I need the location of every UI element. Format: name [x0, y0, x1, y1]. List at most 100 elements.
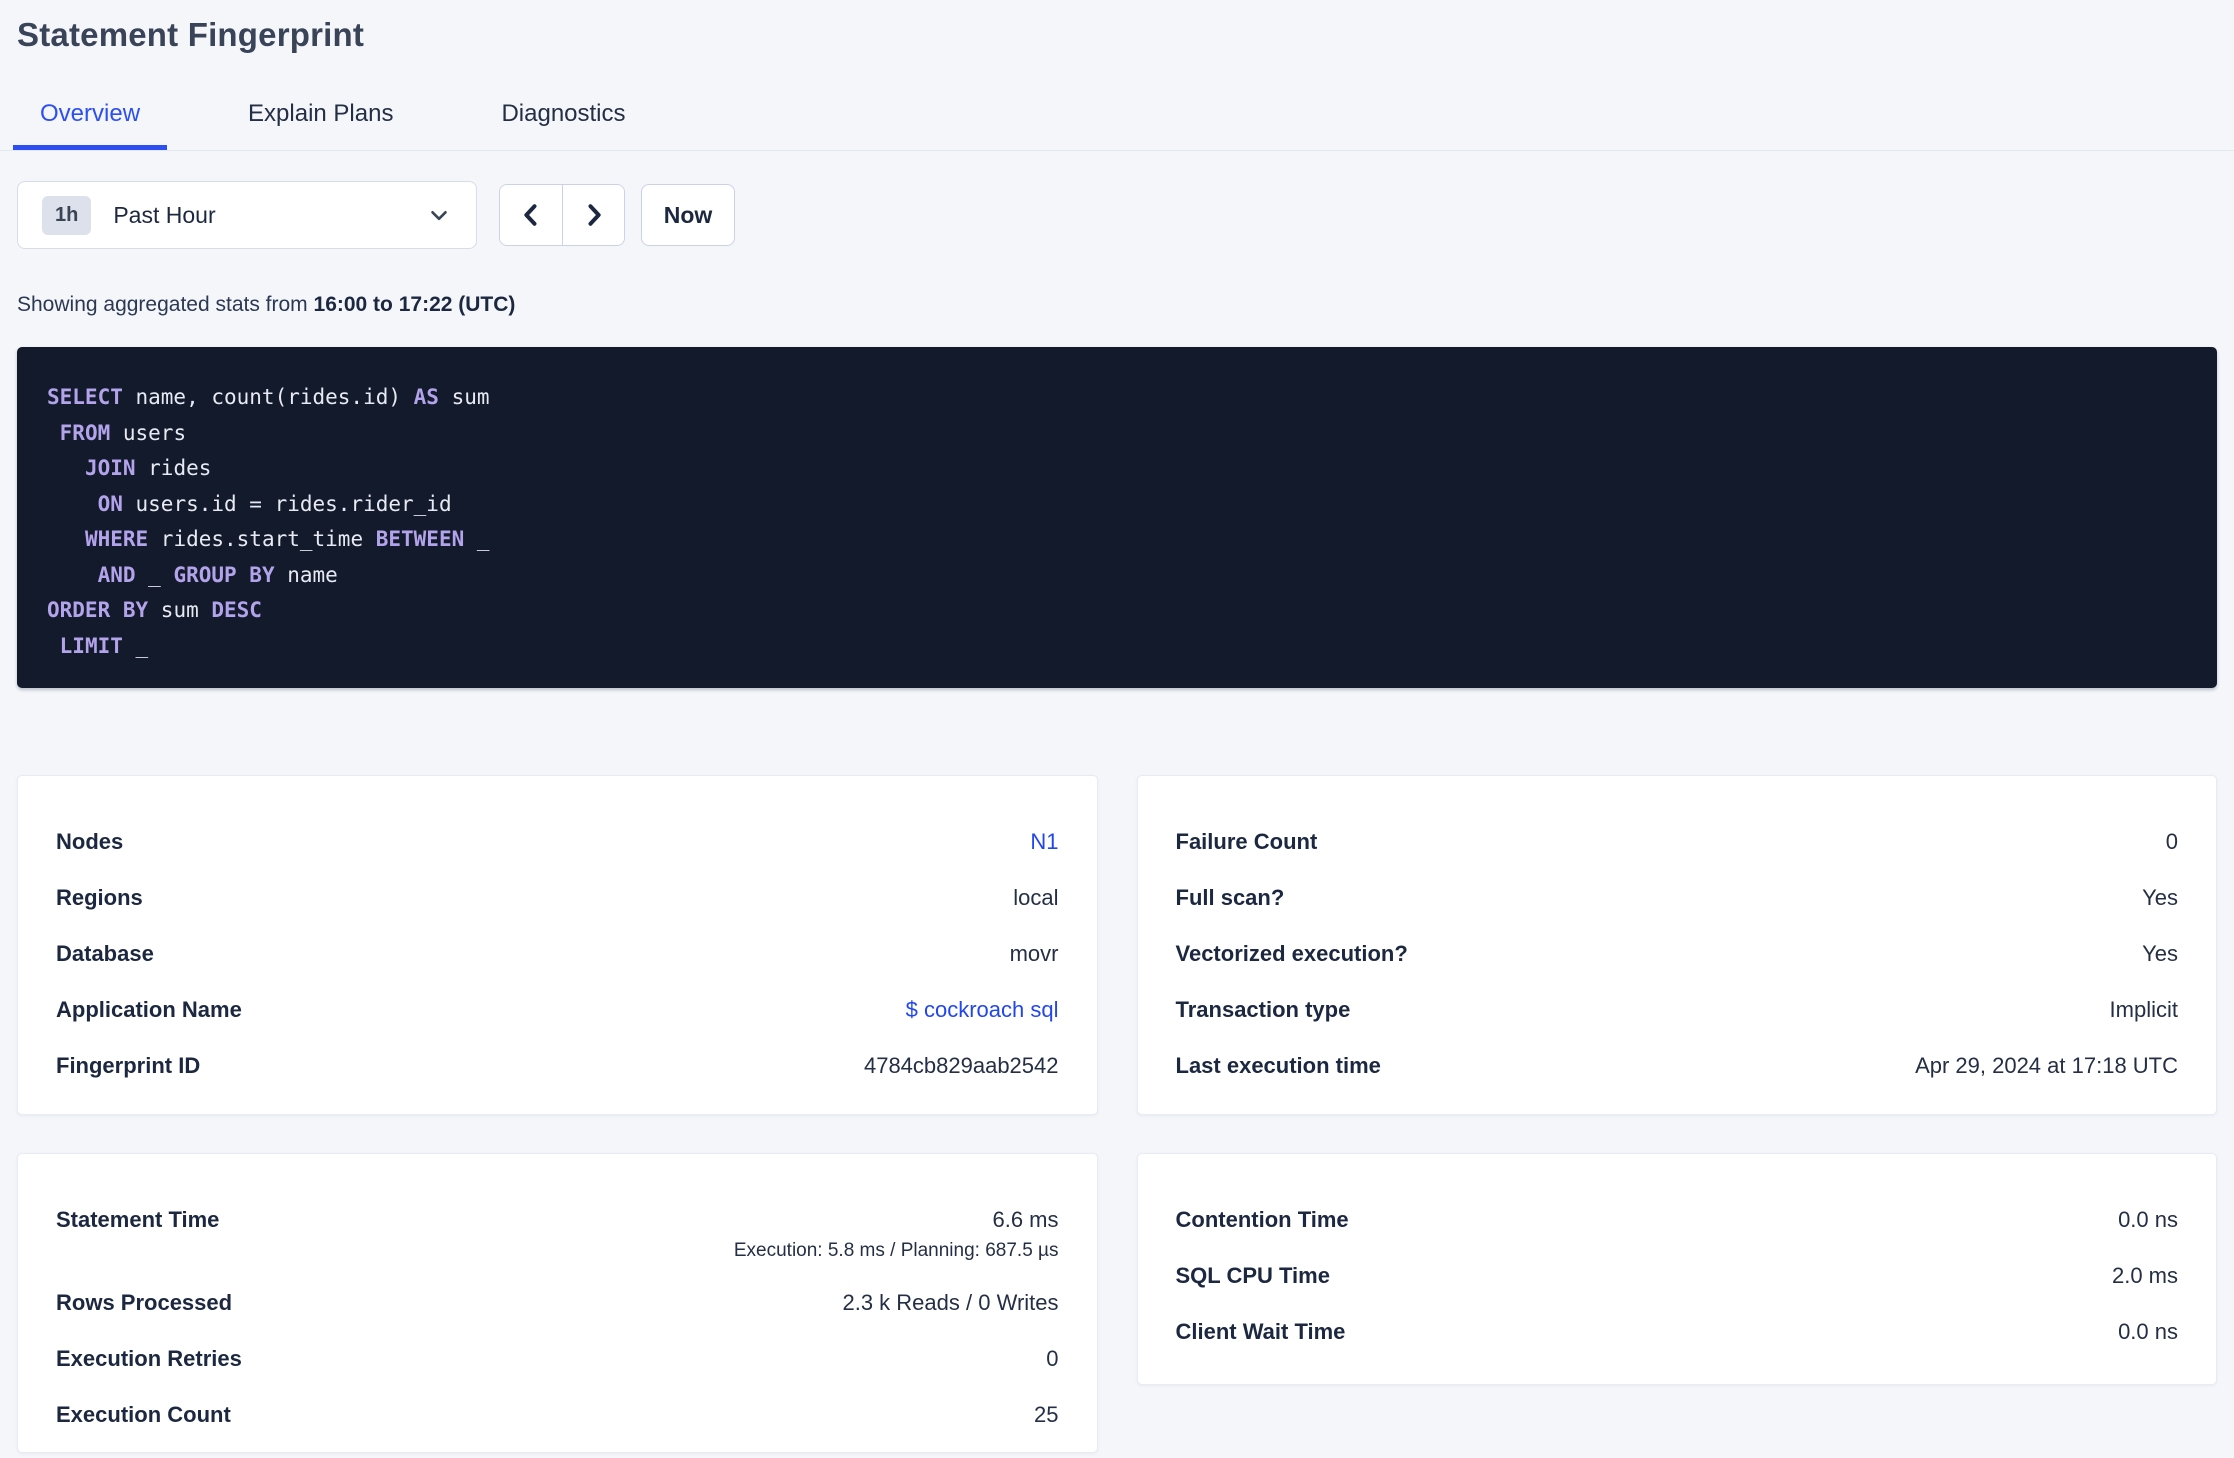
tab-explain-plans[interactable]: Explain Plans: [221, 86, 420, 150]
stat-value-wrap: Implicit: [2110, 992, 2178, 1027]
stat-row: Rows Processed 2.3 k Reads / 0 Writes: [56, 1285, 1059, 1320]
stat-value-wrap: 0: [2166, 824, 2178, 859]
stat-row: Client Wait Time 0.0 ns: [1176, 1314, 2179, 1349]
sql-line: LIMIT _: [47, 629, 2187, 665]
sql-keyword: JOIN: [84, 456, 136, 480]
stat-row: SQL CPU Time 2.0 ms: [1176, 1258, 2179, 1293]
stat-value-wrap: 2.0 ms: [2112, 1258, 2178, 1293]
stat-label: Failure Count: [1175, 829, 1318, 854]
stat-label: Contention Time: [1175, 1207, 1349, 1232]
stat-value: 2.0 ms: [2111, 1263, 2178, 1288]
stat-value-wrap: local: [1013, 880, 1058, 915]
sql-line: AND _ GROUP BY name: [47, 558, 2187, 594]
stat-value-link[interactable]: $ cockroach sql: [906, 992, 1059, 1027]
stat-label: Full scan?: [1175, 885, 1285, 910]
stat-value: 0: [2165, 829, 2178, 854]
stat-row: Nodes N1: [56, 824, 1059, 859]
stat-value-wrap: Yes: [2142, 880, 2178, 915]
stat-row: Full scan? Yes: [1176, 880, 2179, 915]
stat-value-wrap: 0.0 ns: [2118, 1202, 2178, 1237]
sql-text: _: [135, 562, 174, 587]
time-step-buttons: [499, 184, 625, 246]
stat-label: Last execution time: [1175, 1053, 1381, 1078]
timing-stats-card: Statement Time 6.6 ms Execution: 5.8 ms / …: [17, 1153, 1098, 1453]
sql-keyword: FROM: [59, 420, 111, 445]
stat-value: Yes: [2142, 885, 2178, 910]
now-button[interactable]: Now: [641, 184, 735, 246]
stat-row: Application Name $ cockroach sql: [56, 992, 1059, 1027]
sql-line: ORDER BY sum DESC: [47, 593, 2187, 629]
sql-text: _: [122, 633, 149, 658]
stat-value: Apr 29, 2024 at 17:18 UTC: [1915, 1053, 2178, 1078]
tab-bar: Overview Explain Plans Diagnostics: [0, 86, 2234, 151]
time-range-badge: 1h: [42, 195, 92, 235]
stat-value-wrap: 6.6 ms Execution: 5.8 ms / Planning: 687.…: [734, 1202, 1059, 1264]
time-range-dropdown[interactable]: 1h Past Hour: [17, 181, 477, 249]
chevron-right-icon: [580, 201, 608, 229]
stat-value: Yes: [2142, 941, 2178, 966]
sql-statement-box: SELECT name, count(rides.id) AS sum FROM…: [17, 347, 2217, 688]
sql-code: SELECT name, count(rides.id) AS sum FROM…: [47, 380, 2187, 664]
aggregated-stats-line: Showing aggregated stats from 16:00 to 1…: [17, 293, 2234, 317]
sql-keyword: DESC: [211, 598, 262, 622]
statement-fingerprint-page: Statement Fingerprint Overview Explain P…: [0, 0, 2234, 1458]
sql-text: rides.start_time: [148, 527, 376, 551]
stat-label: Vectorized execution?: [1175, 941, 1408, 966]
execution-attributes-card: Failure Count 0 Full scan? Yes Vectorized ex…: [1136, 775, 2217, 1115]
sql-text: _: [464, 527, 490, 551]
stat-row: Failure Count 0: [1176, 824, 2179, 859]
stat-label: Execution Retries: [56, 1346, 242, 1371]
stat-value: local: [1013, 885, 1059, 910]
tab-diagnostics[interactable]: Diagnostics: [474, 86, 652, 150]
stat-value-wrap: 4784cb829aab2542: [864, 1048, 1059, 1083]
stat-value-wrap: movr: [1010, 936, 1059, 971]
sql-text: sum: [438, 385, 490, 409]
sql-text: sum: [148, 598, 212, 622]
stat-value: movr: [1009, 941, 1059, 966]
sql-text: users: [110, 420, 187, 445]
tab-overview[interactable]: Overview: [13, 86, 168, 150]
stat-value: Implicit: [2109, 997, 2178, 1022]
sql-text: rides: [135, 456, 212, 480]
stat-label: Regions: [56, 885, 143, 910]
stat-value: 2.3 k Reads / 0 Writes: [842, 1290, 1059, 1315]
stat-label: Statement Time: [56, 1207, 220, 1232]
stat-value: 0.0 ns: [2118, 1207, 2178, 1232]
prev-time-button[interactable]: [500, 185, 562, 245]
sql-keyword: WHERE: [84, 527, 149, 551]
stat-label: Database: [56, 941, 154, 966]
stat-value-wrap: 0.0 ns: [2118, 1314, 2178, 1349]
stat-value-link[interactable]: N1: [1030, 824, 1058, 859]
stat-value: 25: [1034, 1402, 1059, 1427]
sql-keyword: ON: [97, 491, 123, 516]
time-range-label: Past Hour: [113, 201, 216, 228]
stats-cards: Nodes N1 Regions local Database movr Applicati…: [17, 775, 2217, 1453]
aggregated-stats-prefix: Showing aggregated stats from: [17, 293, 314, 316]
sql-line: ON users.id = rides.rider_id: [47, 487, 2187, 523]
sql-line: SELECT name, count(rides.id) AS sum: [47, 380, 2187, 416]
sql-text: users.id = rides.rider_id: [122, 491, 452, 516]
stat-row: Database movr: [56, 936, 1059, 971]
sql-keyword: GROUP BY: [173, 562, 275, 587]
sql-keyword: SELECT: [47, 385, 123, 409]
stat-row: Vectorized execution? Yes: [1176, 936, 2179, 971]
next-time-button[interactable]: [562, 185, 624, 245]
sql-line: WHERE rides.start_time BETWEEN _: [47, 522, 2187, 558]
sql-keyword: BETWEEN: [375, 527, 465, 551]
stat-row: Regions local: [56, 880, 1059, 915]
stat-label: Nodes: [56, 829, 124, 854]
stat-row: Statement Time 6.6 ms Execution: 5.8 ms / …: [56, 1202, 1059, 1264]
stat-value-wrap: 25: [1034, 1397, 1058, 1432]
sql-keyword: AND: [97, 562, 136, 587]
page-title: Statement Fingerprint: [17, 16, 365, 53]
general-stats-card: Nodes N1 Regions local Database movr Applicati…: [17, 775, 1098, 1115]
stat-row: Execution Retries 0: [56, 1341, 1059, 1376]
stat-value: 6.6 ms: [992, 1207, 1059, 1232]
sql-text: name: [274, 562, 338, 587]
stat-label: SQL CPU Time: [1175, 1263, 1330, 1288]
